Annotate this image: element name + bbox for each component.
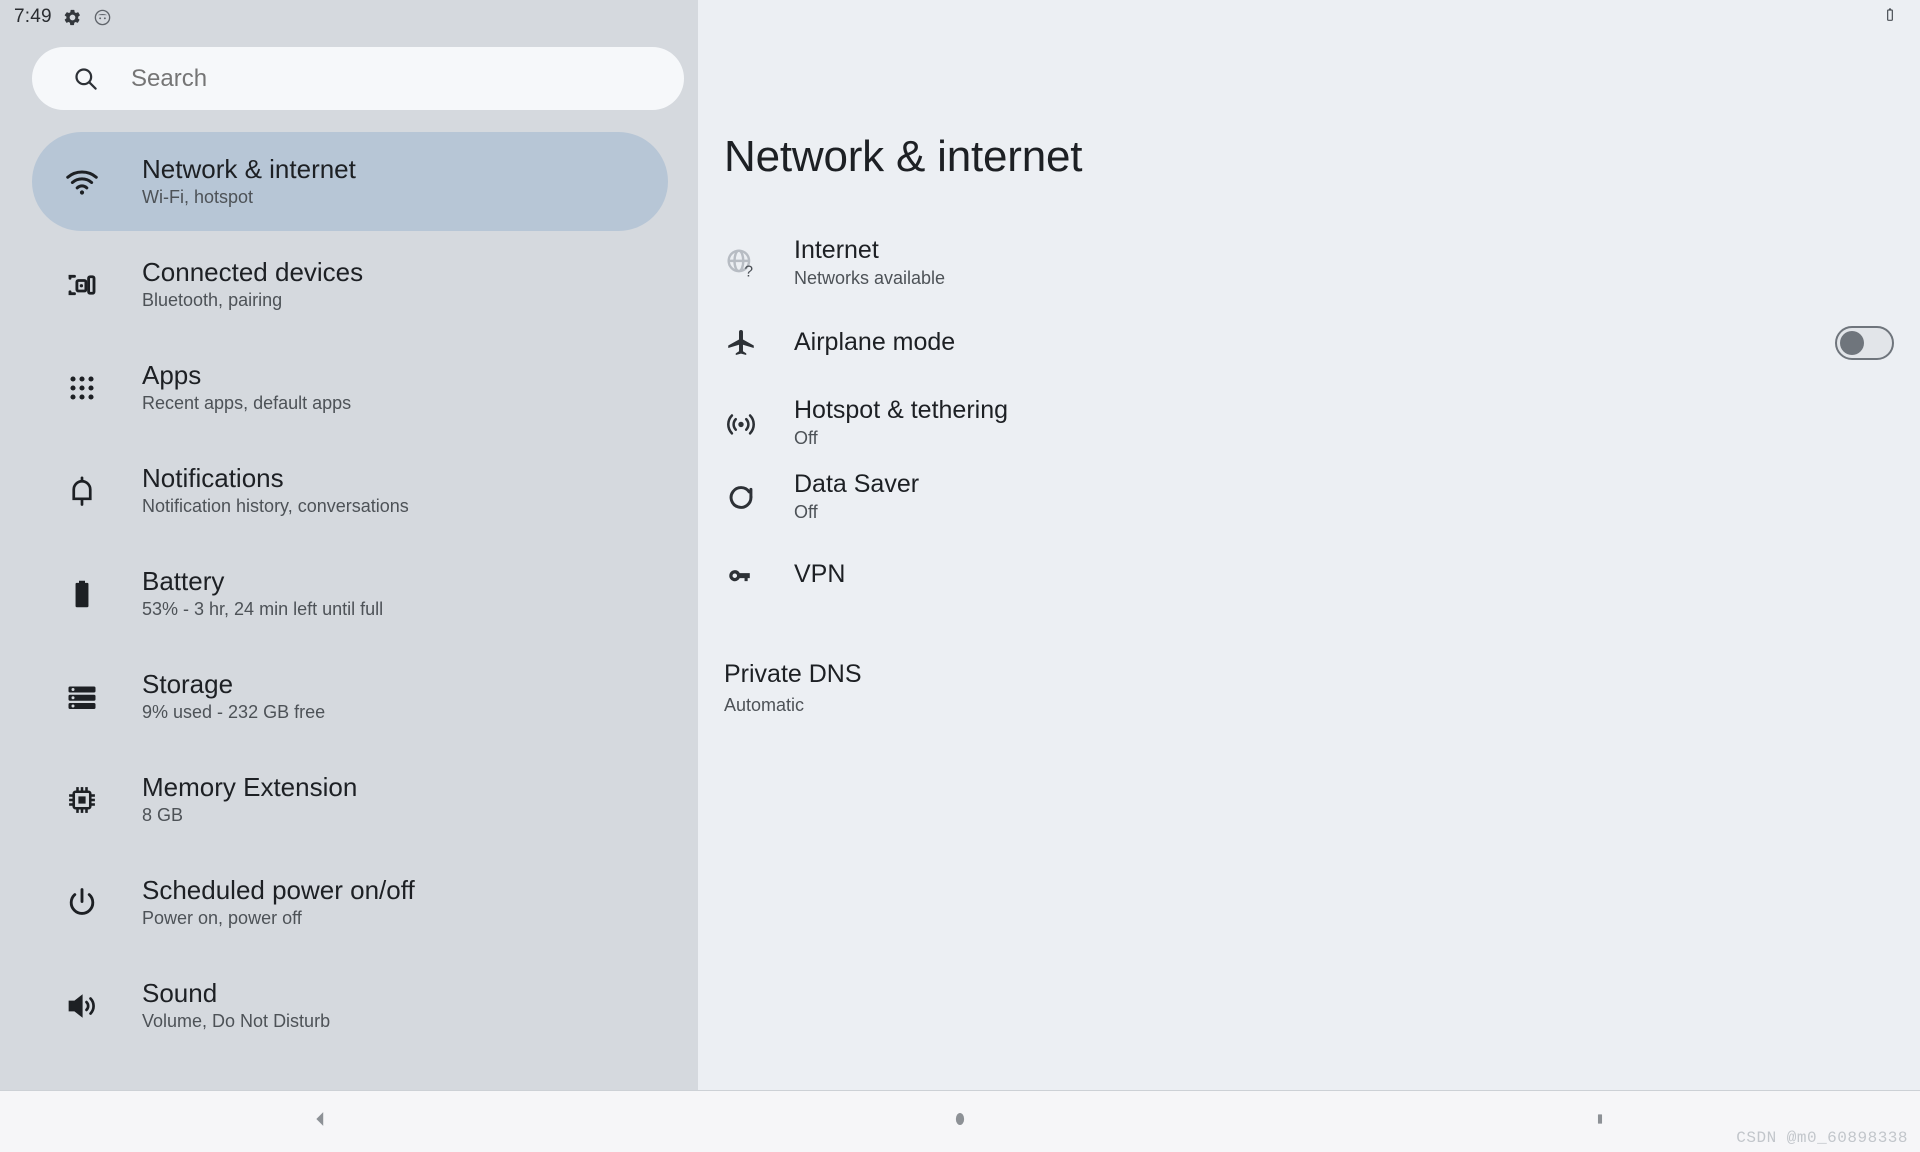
power-icon	[64, 885, 100, 921]
sidebar-item-label: Battery	[142, 565, 225, 596]
row-sublabel: Networks available	[794, 268, 946, 289]
status-bar: 7:49	[0, 0, 698, 34]
sidebar-item-sublabel: Wi-Fi, hotspot	[142, 187, 254, 208]
sidebar-nav-list: Network & internet Wi-Fi, hotspot Connec…	[0, 132, 698, 1055]
wifi-icon	[64, 164, 100, 200]
settings-sidebar: 7:49 Search Network & internet Wi-Fi, ho…	[0, 0, 698, 1152]
sidebar-item-sublabel: Notification history, conversations	[142, 496, 409, 517]
svg-text:?: ?	[744, 263, 753, 280]
sidebar-item-label: Notifications	[142, 462, 284, 493]
storage-icon	[64, 679, 100, 715]
row-airplane-mode[interactable]: Airplane mode	[698, 300, 1920, 386]
row-vpn[interactable]: VPN	[698, 534, 1920, 616]
row-sublabel: Off	[794, 502, 818, 523]
home-circle-icon	[951, 1108, 969, 1135]
row-title: Hotspot & tethering	[794, 395, 1009, 424]
sidebar-item-label: Apps	[142, 359, 202, 390]
row-sublabel: Off	[794, 428, 818, 449]
sidebar-item-apps[interactable]: Apps Recent apps, default apps	[32, 338, 668, 437]
sidebar-item-network-internet[interactable]: Network & internet Wi-Fi, hotspot	[32, 132, 668, 231]
sidebar-item-sublabel: Volume, Do Not Disturb	[142, 1011, 331, 1032]
sidebar-item-label: Scheduled power on/off	[142, 874, 415, 905]
row-data-saver[interactable]: Data Saver Off	[698, 460, 1920, 534]
sidebar-item-connected-devices[interactable]: Connected devices Bluetooth, pairing	[32, 235, 668, 334]
gear-icon	[63, 8, 82, 27]
home-button[interactable]	[640, 1108, 1280, 1135]
network-settings-list: ? Internet Networks available Airplane m…	[698, 226, 1920, 616]
sidebar-item-notifications[interactable]: Notifications Notification history, conv…	[32, 441, 668, 540]
row-title: Airplane mode	[794, 328, 956, 357]
settings-detail-panel: Network & internet ? Internet Networks a…	[698, 0, 1920, 1152]
page-title: Network & internet	[724, 132, 1083, 181]
sidebar-item-sublabel: 8 GB	[142, 805, 184, 826]
status-clock: 7:49	[14, 6, 52, 27]
back-triangle-icon	[309, 1108, 331, 1135]
row-internet[interactable]: ? Internet Networks available	[698, 226, 1920, 300]
search-bar[interactable]	[32, 47, 684, 110]
settings-screen: 7:49 Search Network & internet Wi-Fi, ho…	[0, 0, 1920, 1152]
hotspot-icon	[724, 406, 758, 440]
sidebar-item-label: Sound	[142, 977, 218, 1008]
sidebar-item-scheduled-power[interactable]: Scheduled power on/off Power on, power o…	[32, 853, 668, 952]
volume-icon	[64, 988, 100, 1024]
devices-icon	[64, 267, 100, 303]
sidebar-item-battery[interactable]: Battery 53% - 3 hr, 24 min left until fu…	[32, 544, 668, 643]
sidebar-item-storage[interactable]: Storage 9% used - 232 GB free	[32, 647, 668, 746]
search-icon	[72, 65, 99, 92]
key-icon	[724, 558, 758, 592]
private-dns-title: Private DNS	[724, 660, 862, 688]
toggle-knob	[1840, 331, 1864, 355]
back-button[interactable]	[0, 1108, 640, 1135]
battery-icon	[64, 576, 100, 612]
row-title: VPN	[794, 560, 846, 589]
battery-icon	[1882, 5, 1898, 30]
row-private-dns[interactable]: Private DNS Automatic	[698, 660, 1920, 716]
system-navigation-bar	[0, 1090, 1920, 1152]
globe-question-icon: ?	[724, 246, 758, 280]
sidebar-item-label: Storage	[142, 668, 234, 699]
sidebar-item-sublabel: Bluetooth, pairing	[142, 290, 283, 311]
search-input[interactable]	[131, 64, 551, 93]
row-hotspot-tethering[interactable]: Hotspot & tethering Off	[698, 386, 1920, 460]
sidebar-item-memory-extension[interactable]: Memory Extension 8 GB	[32, 750, 668, 849]
chip-icon	[64, 782, 100, 818]
airplane-mode-toggle[interactable]	[1835, 326, 1894, 360]
row-title: Internet	[794, 235, 879, 264]
sidebar-item-sublabel: Power on, power off	[142, 908, 302, 929]
sidebar-item-sublabel: 9% used - 232 GB free	[142, 702, 326, 723]
sidebar-item-label: Connected devices	[142, 256, 364, 287]
private-dns-value: Automatic	[724, 694, 805, 715]
airplane-icon	[724, 326, 758, 360]
recents-square-icon	[1593, 1109, 1607, 1134]
sidebar-item-sublabel: 53% - 3 hr, 24 min left until full	[142, 599, 384, 620]
bell-icon	[64, 473, 100, 509]
sidebar-item-sound[interactable]: Sound Volume, Do Not Disturb	[32, 956, 668, 1055]
face-icon	[93, 8, 112, 27]
apps-grid-icon	[64, 370, 100, 406]
sidebar-item-label: Memory Extension	[142, 771, 358, 802]
sidebar-item-sublabel: Recent apps, default apps	[142, 393, 352, 414]
main-status-bar	[698, 0, 1920, 34]
data-saver-icon	[724, 480, 758, 514]
watermark: CSDN @m0_60898338	[1736, 1129, 1908, 1147]
row-title: Data Saver	[794, 469, 920, 498]
sidebar-item-label: Network & internet	[142, 153, 356, 184]
